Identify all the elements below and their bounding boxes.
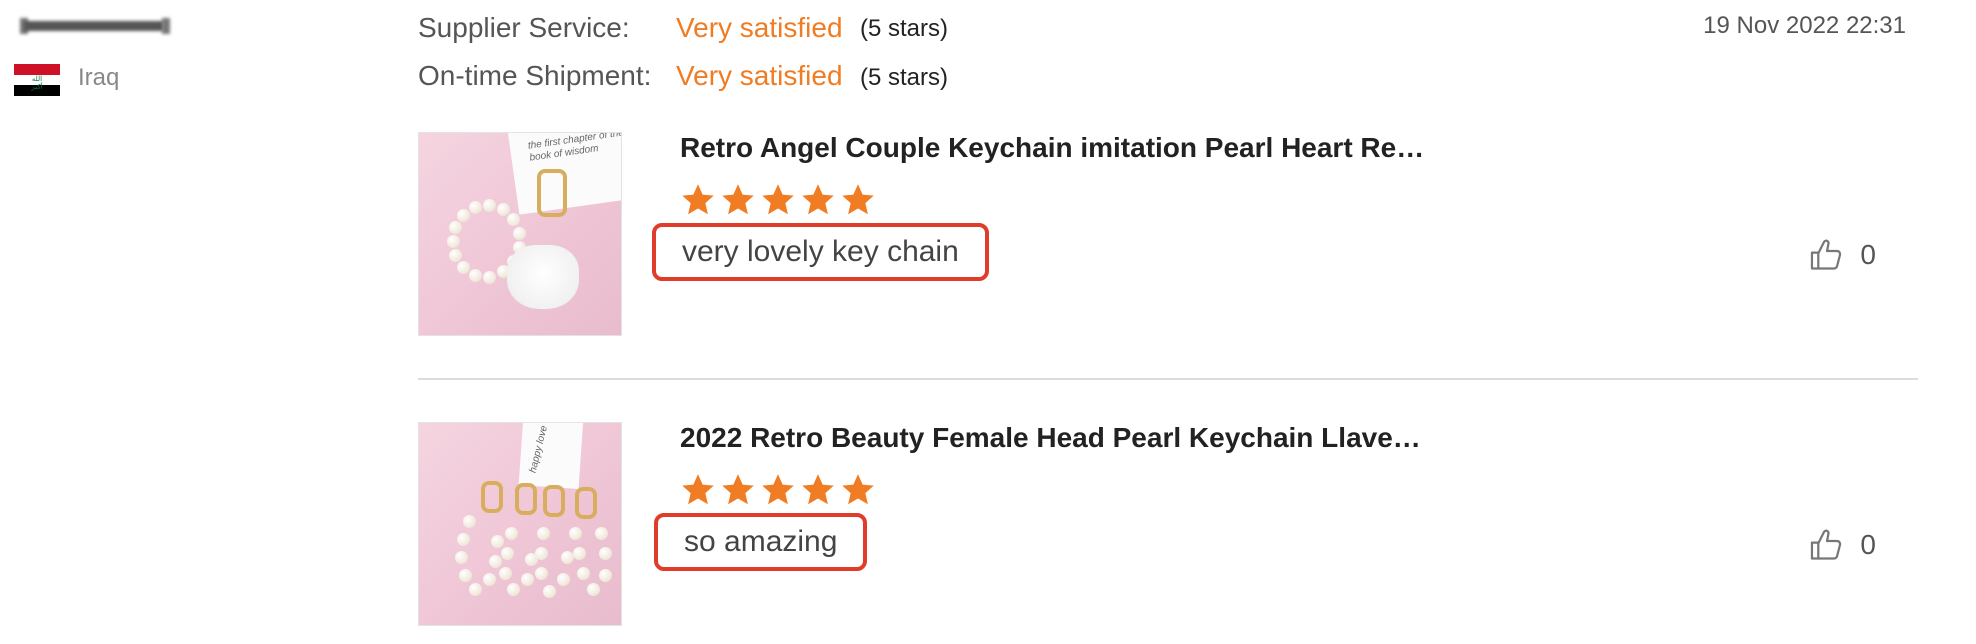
star-icon [722, 474, 754, 505]
review-comment: very lovely key chain [682, 235, 959, 268]
comment-highlight-box: so amazing [654, 513, 868, 571]
rating-stars [680, 182, 876, 218]
star-icon [802, 474, 834, 505]
reviewer-country: Iraq [78, 64, 120, 91]
thumbs-up-icon [1811, 239, 1842, 270]
like-count: 0 [1860, 239, 1876, 270]
reviewer-name-redacted [14, 18, 176, 34]
star-icon [762, 184, 794, 215]
on-time-shipment-label: On-time Shipment: [418, 60, 652, 91]
product-title[interactable]: Retro Angel Couple Keychain imitation Pe… [680, 132, 1424, 164]
thumbs-up-icon [1811, 529, 1842, 560]
review-comment: so amazing [684, 525, 838, 558]
review-divider [418, 378, 1918, 380]
iraq-flag-icon: الله أكبر [14, 64, 60, 96]
supplier-service-stars: (5 stars) [860, 15, 949, 42]
comment-highlight-box: very lovely key chain [652, 223, 989, 281]
like-button[interactable]: 0 [1808, 236, 1876, 274]
product-thumbnail[interactable]: happy love [418, 422, 622, 626]
star-icon [802, 184, 834, 215]
on-time-shipment-value: Very satisfied [676, 60, 843, 91]
product-thumbnail[interactable]: the first chapter of the book of wisdom [418, 132, 622, 336]
like-count: 0 [1860, 529, 1876, 560]
supplier-service-label: Supplier Service: [418, 12, 630, 43]
review-item: the first chapter of the book of wisdom … [418, 132, 1918, 342]
review-item: happy love 2022 Retro Beauty Female Head [418, 422, 1918, 632]
star-icon [842, 474, 874, 505]
product-title[interactable]: 2022 Retro Beauty Female Head Pearl Keyc… [680, 422, 1421, 454]
star-icon [762, 474, 794, 505]
star-icon [682, 474, 714, 505]
supplier-service-value: Very satisfied [676, 12, 843, 43]
rating-stars [680, 472, 876, 508]
on-time-shipment-stars: (5 stars) [860, 64, 949, 91]
star-icon [842, 184, 874, 215]
star-icon [682, 184, 714, 215]
review-date: 19 Nov 2022 22:31 [1703, 12, 1906, 39]
like-button[interactable]: 0 [1808, 526, 1876, 564]
star-icon [722, 184, 754, 215]
